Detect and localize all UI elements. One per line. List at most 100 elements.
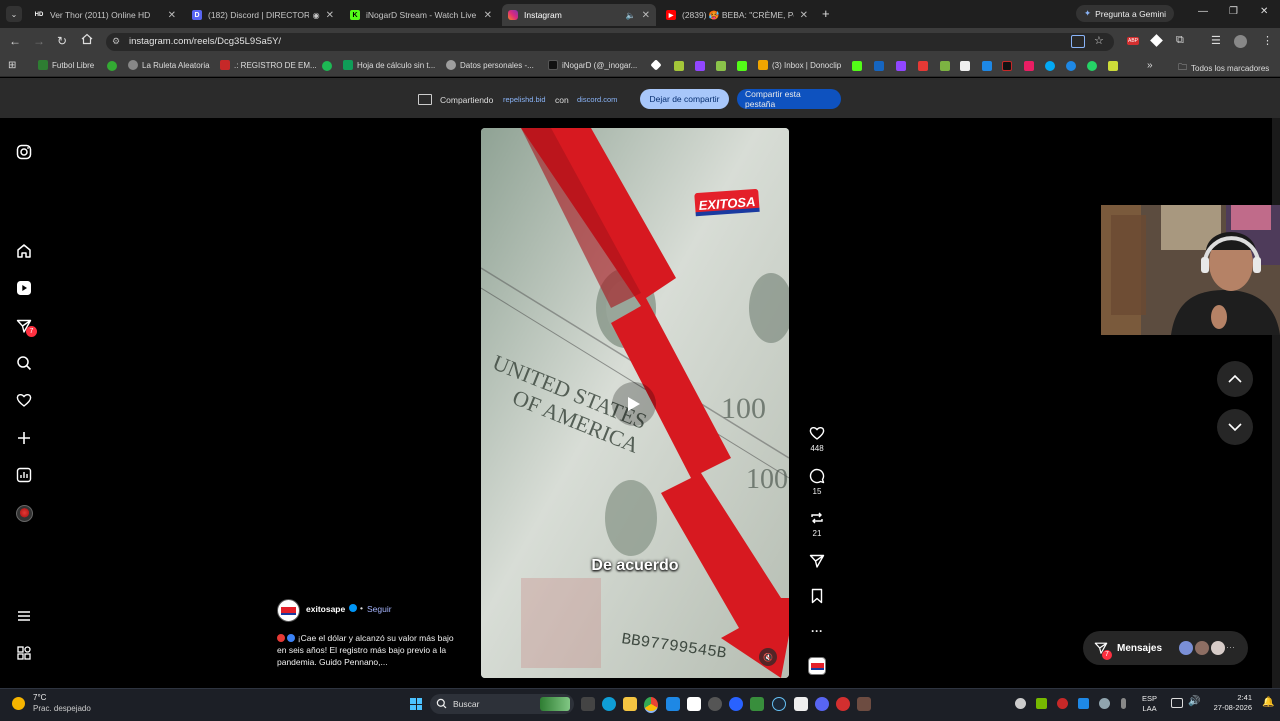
task-view-icon[interactable]	[581, 697, 595, 711]
tab-youtube[interactable]: ▶ (2839) 🥵 BEBA: "CRÈME, Por ✕	[660, 4, 814, 26]
tray-icon-2[interactable]	[1057, 698, 1068, 709]
bookmark-icon-8[interactable]	[940, 61, 950, 71]
app-icon-7[interactable]	[836, 697, 850, 711]
bookmark-registro[interactable]: .: REGISTRO DE EM...	[220, 60, 317, 70]
search-icon[interactable]	[14, 353, 34, 373]
close-icon[interactable]: ✕	[800, 10, 808, 21]
back-button[interactable]: ←	[9, 34, 21, 48]
share-this-tab-button[interactable]: Compartir esta pestaña	[737, 89, 841, 109]
bookmark-icon-5[interactable]	[874, 61, 884, 71]
url-text[interactable]: instagram.com/reels/Dcg35L9Sa5Y/	[129, 36, 281, 47]
bookmark-hoja-calculo[interactable]: Hoja de cálculo sin t...	[343, 60, 435, 70]
apps-grid-icon[interactable]: ⊞	[8, 60, 16, 71]
like-button[interactable]: 448	[806, 425, 828, 453]
bookmark-icon-6[interactable]	[896, 61, 906, 71]
bookmark-icon-3[interactable]	[716, 61, 726, 71]
next-reel-button[interactable]	[1217, 409, 1253, 445]
more-apps-icon[interactable]	[14, 643, 34, 663]
edge-icon[interactable]	[602, 697, 616, 711]
menu-icon[interactable]	[14, 606, 34, 626]
tab-thor[interactable]: HD Ver Thor (2011) Online HD ✕	[28, 4, 182, 26]
reel-video[interactable]: UNITED STATES OF AMERICA 100 100 BB97799…	[481, 128, 789, 678]
start-button[interactable]	[410, 698, 422, 710]
spotify-icon[interactable]	[322, 61, 332, 71]
home-button[interactable]	[81, 33, 93, 45]
bookmark-icon-11[interactable]	[1002, 61, 1012, 71]
reels-icon[interactable]	[14, 278, 34, 298]
network-icon[interactable]	[1171, 698, 1183, 708]
notifications-icon[interactable]: 🔔	[1262, 697, 1274, 708]
reel-description[interactable]: ¡Cae el dólar y alcanzó su valor más baj…	[277, 632, 463, 668]
more-options-button[interactable]: ···	[806, 624, 828, 638]
reload-button[interactable]: ↻	[57, 34, 67, 48]
forward-button[interactable]: →	[33, 34, 45, 48]
bookmark-icon-7[interactable]	[918, 61, 928, 71]
tray-icon-3[interactable]	[1078, 698, 1089, 709]
discord-taskbar-icon[interactable]	[815, 697, 829, 711]
tray-icon-1[interactable]	[1015, 698, 1026, 709]
bookmark-icon-9[interactable]	[960, 61, 970, 71]
app-icon-4[interactable]	[729, 697, 743, 711]
speaker-icon[interactable]: 🔈	[626, 11, 636, 20]
page-scrollbar[interactable]	[1272, 118, 1280, 688]
app-icon-1[interactable]	[666, 697, 680, 711]
bookmark-icon-14[interactable]	[1108, 61, 1118, 71]
profile-avatar[interactable]	[1234, 35, 1247, 48]
mute-button[interactable]: 🔇	[759, 648, 777, 666]
messenger-icon[interactable]	[1066, 61, 1076, 71]
app-icon-2[interactable]	[687, 697, 701, 711]
close-icon[interactable]: ✕	[168, 10, 176, 21]
author-avatar[interactable]	[277, 599, 300, 622]
minimize-button[interactable]: —	[1198, 6, 1208, 17]
restore-button[interactable]: ❐	[1229, 6, 1238, 17]
bookmark-icon-soccer[interactable]	[107, 61, 117, 71]
bookmark-donoclip[interactable]: (3) Inbox | Donoclip	[758, 60, 841, 70]
extensions-puzzle-icon[interactable]: ⧉	[1176, 34, 1184, 47]
bookmark-icon-10[interactable]	[982, 61, 992, 71]
chrome-icon[interactable]	[644, 697, 658, 713]
bookmark-icon-4[interactable]	[852, 61, 862, 71]
menu-kebab-icon[interactable]: ⋮	[1262, 34, 1273, 47]
site-info-icon[interactable]: ⚙	[112, 36, 120, 47]
gemini-button[interactable]: ✦ Pregunta a Gemini	[1076, 5, 1174, 22]
save-button[interactable]	[806, 588, 828, 604]
whatsapp-icon[interactable]	[1087, 61, 1097, 71]
bookmark-datos-personales[interactable]: Datos personales -...	[446, 60, 534, 70]
reading-list-icon[interactable]: ☰	[1211, 34, 1221, 47]
bookmark-futbol-libre[interactable]: Futbol Libre	[38, 60, 94, 70]
bookmark-tiktok[interactable]: iNogarD (@_inogar...	[548, 60, 637, 70]
close-window-button[interactable]: ✕	[1260, 6, 1268, 17]
tab-kick[interactable]: K iNogarD Stream - Watch Live o ✕	[344, 4, 498, 26]
repost-button[interactable]: 21	[806, 510, 828, 538]
file-explorer-icon[interactable]	[623, 697, 637, 711]
app-icon-6[interactable]	[794, 697, 808, 711]
clock[interactable]: 2:41 27-08-2026	[1208, 693, 1252, 713]
tab-search-button[interactable]: ⌄	[6, 6, 22, 22]
play-button[interactable]	[612, 382, 656, 426]
adblock-icon[interactable]: ABP	[1127, 37, 1139, 45]
new-tab-button[interactable]: +	[822, 6, 830, 21]
taskbar-search[interactable]: Buscar	[430, 694, 574, 714]
all-bookmarks-folder[interactable]: 🗀 Todos los marcadores	[1178, 60, 1269, 76]
tab-instagram[interactable]: Instagram 🔈 ✕	[502, 4, 656, 26]
twitch-icon[interactable]	[695, 61, 705, 71]
profile-avatar[interactable]	[14, 503, 34, 523]
audio-thumbnail[interactable]	[808, 657, 826, 675]
app-icon-8[interactable]	[857, 697, 871, 711]
bookmark-ruleta[interactable]: La Ruleta Aleatoria	[128, 60, 210, 70]
app-icon-5[interactable]	[750, 697, 764, 711]
home-icon[interactable]	[14, 241, 34, 261]
previous-reel-button[interactable]	[1217, 361, 1253, 397]
nvidia-icon[interactable]	[1036, 698, 1047, 709]
more-bookmarks-icon[interactable]: »	[1147, 60, 1153, 71]
create-plus-icon[interactable]	[14, 428, 34, 448]
steam-tray-icon[interactable]	[1099, 698, 1110, 709]
follow-button[interactable]: Seguir	[367, 604, 392, 614]
tab-discord[interactable]: D (182) Discord | DIRECTORIO ◉ ✕	[186, 4, 340, 26]
stop-sharing-button[interactable]: Dejar de compartir	[640, 89, 729, 109]
share-button[interactable]	[806, 553, 828, 569]
close-icon[interactable]: ✕	[484, 10, 492, 21]
weather-widget[interactable]: 7°C Prac. despejado	[10, 693, 95, 715]
star-icon[interactable]: ☆	[1094, 34, 1104, 47]
close-icon[interactable]: ✕	[642, 10, 650, 21]
